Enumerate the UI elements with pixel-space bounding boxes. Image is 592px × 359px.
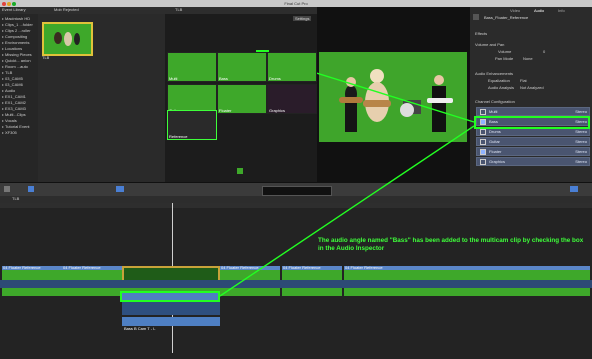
angle-thumbnail[interactable]: Multi	[167, 52, 217, 82]
angle-label: Drums	[269, 76, 281, 81]
angle-thumbnail[interactable]: Reference	[167, 110, 217, 140]
angle-thumbnail[interactable]: Graphics	[267, 84, 317, 114]
angle-thumbnail[interactable]: Bass	[217, 52, 267, 82]
angle-label: Multi	[169, 76, 178, 81]
angle-label: Bass	[219, 76, 228, 81]
angle-label: Floater	[219, 108, 232, 113]
angle-thumbnail[interactable]: Drums	[267, 52, 317, 82]
angle-thumbnail[interactable]: Floater	[217, 84, 267, 114]
angle-label: Reference	[169, 134, 188, 139]
angle-label: Graphics	[269, 108, 286, 113]
